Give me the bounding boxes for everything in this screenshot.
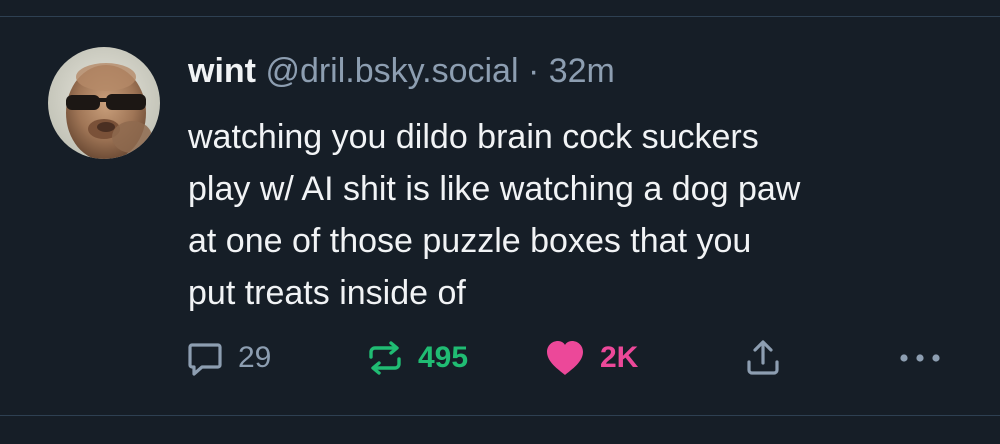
post-card[interactable]: wint @dril.bsky.social · 32m watching yo… bbox=[0, 17, 1000, 415]
avatar[interactable] bbox=[48, 47, 160, 159]
like-count: 2K bbox=[600, 341, 639, 374]
bottom-divider bbox=[0, 415, 1000, 416]
speech-bubble-icon bbox=[186, 339, 224, 377]
reply-count: 29 bbox=[238, 341, 272, 374]
share-icon bbox=[744, 338, 782, 378]
more-dots-icon bbox=[898, 352, 942, 364]
repost-button[interactable]: 495 bbox=[366, 335, 468, 381]
author-display-name[interactable]: wint bbox=[188, 52, 256, 90]
heart-icon bbox=[544, 339, 586, 377]
post-actions: 29 495 2K bbox=[186, 335, 956, 381]
post-timestamp[interactable]: 32m bbox=[549, 52, 615, 90]
header-separator: · bbox=[527, 52, 540, 90]
author-handle[interactable]: @dril.bsky.social bbox=[265, 52, 518, 90]
like-button[interactable]: 2K bbox=[544, 335, 638, 381]
more-options-button[interactable] bbox=[898, 335, 942, 381]
reply-button[interactable]: 29 bbox=[186, 335, 271, 381]
repost-count: 495 bbox=[418, 341, 469, 374]
post-header: wint @dril.bsky.social · 32m bbox=[188, 49, 615, 93]
repost-arrows-icon bbox=[366, 339, 404, 377]
share-button[interactable] bbox=[744, 335, 782, 381]
post-text: watching you dildo brain cock suckers pl… bbox=[188, 118, 801, 312]
